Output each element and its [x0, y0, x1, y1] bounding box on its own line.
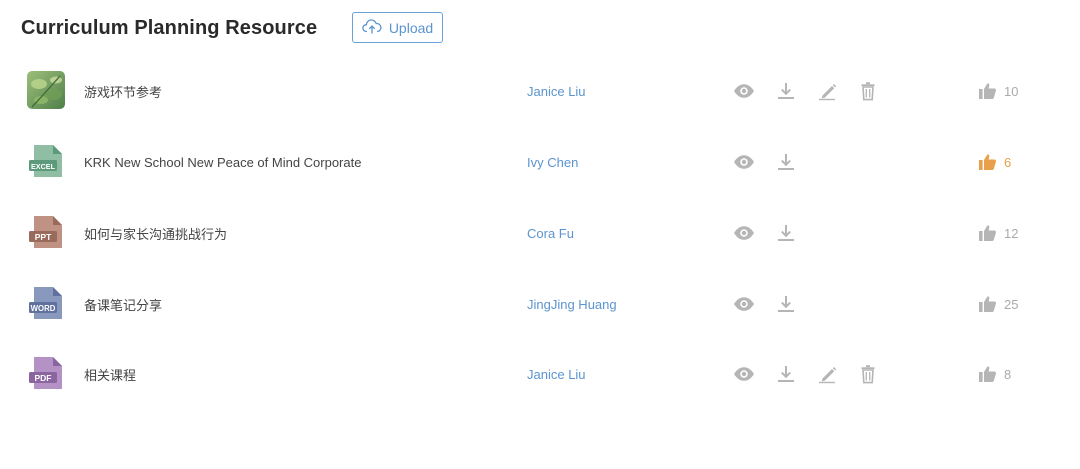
author-link[interactable]: JingJing Huang — [527, 274, 617, 334]
eye-icon[interactable] — [733, 223, 755, 243]
file-name[interactable]: KRK New School New Peace of Mind Corpora… — [84, 132, 361, 192]
like-button[interactable]: 8 — [978, 344, 1011, 404]
like-count: 10 — [1004, 83, 1019, 99]
author-link[interactable]: Janice Liu — [527, 344, 586, 404]
download-icon[interactable] — [775, 294, 797, 314]
image-thumbnail — [27, 71, 65, 109]
excel-file-icon: EXCEL — [27, 142, 65, 180]
pencil-icon[interactable] — [816, 81, 838, 101]
trash-icon[interactable] — [857, 81, 879, 101]
author-link[interactable]: Cora Fu — [527, 203, 574, 263]
author-link[interactable]: Janice Liu — [527, 61, 586, 121]
like-count: 8 — [1004, 366, 1012, 382]
pencil-icon[interactable] — [816, 364, 838, 384]
ppt-file-icon: PPT — [27, 213, 65, 251]
file-name[interactable]: 备课笔记分享 — [84, 274, 162, 334]
download-icon[interactable] — [775, 81, 797, 101]
eye-icon[interactable] — [733, 81, 755, 101]
thumbs-up-icon — [978, 82, 997, 100]
file-name[interactable]: 游戏环节参考 — [84, 61, 162, 121]
thumbs-up-icon — [978, 153, 997, 171]
like-button[interactable]: 10 — [978, 61, 1018, 121]
thumbs-up-icon — [978, 365, 997, 383]
eye-icon[interactable] — [733, 294, 755, 314]
pdf-file-icon: PDF — [27, 354, 65, 392]
thumbs-up-icon — [978, 295, 997, 313]
page-title: Curriculum Planning Resource — [21, 16, 318, 39]
thumbs-up-icon — [978, 224, 997, 242]
eye-icon[interactable] — [733, 364, 755, 384]
cloud-upload-icon — [362, 18, 382, 38]
upload-button[interactable]: Upload — [352, 12, 443, 43]
like-count: 6 — [1004, 154, 1012, 170]
like-button[interactable]: 12 — [978, 203, 1018, 263]
trash-icon[interactable] — [857, 364, 879, 384]
file-row: PDF 相关课程 Janice Liu 8 — [0, 344, 1080, 404]
page-header: Curriculum Planning Resource — [21, 12, 317, 44]
download-icon[interactable] — [775, 223, 797, 243]
author-link[interactable]: Ivy Chen — [527, 132, 578, 192]
file-row: EXCEL KRK New School New Peace of Mind Co… — [0, 132, 1080, 192]
file-name[interactable]: 如何与家长沟通挑战行为 — [84, 203, 227, 263]
file-type-label: EXCEL — [31, 162, 56, 171]
file-row: WORD 备课笔记分享 JingJing Huang 25 — [0, 274, 1080, 334]
file-type-label: PPT — [35, 232, 52, 242]
word-file-icon: WORD — [27, 284, 65, 322]
like-count: 12 — [1004, 225, 1019, 241]
like-button[interactable]: 25 — [978, 274, 1018, 334]
download-icon[interactable] — [775, 152, 797, 172]
file-type-label: PDF — [35, 373, 52, 383]
file-type-label: WORD — [31, 304, 56, 313]
eye-icon[interactable] — [733, 152, 755, 172]
upload-button-label: Upload — [388, 19, 434, 36]
download-icon[interactable] — [775, 364, 797, 384]
like-button[interactable]: 6 — [978, 132, 1011, 192]
file-name[interactable]: 相关课程 — [84, 344, 136, 404]
file-row: 游戏环节参考 Janice Liu 10 — [0, 61, 1080, 121]
like-count: 25 — [1004, 296, 1019, 312]
file-row: PPT 如何与家长沟通挑战行为 Cora Fu 12 — [0, 203, 1080, 263]
